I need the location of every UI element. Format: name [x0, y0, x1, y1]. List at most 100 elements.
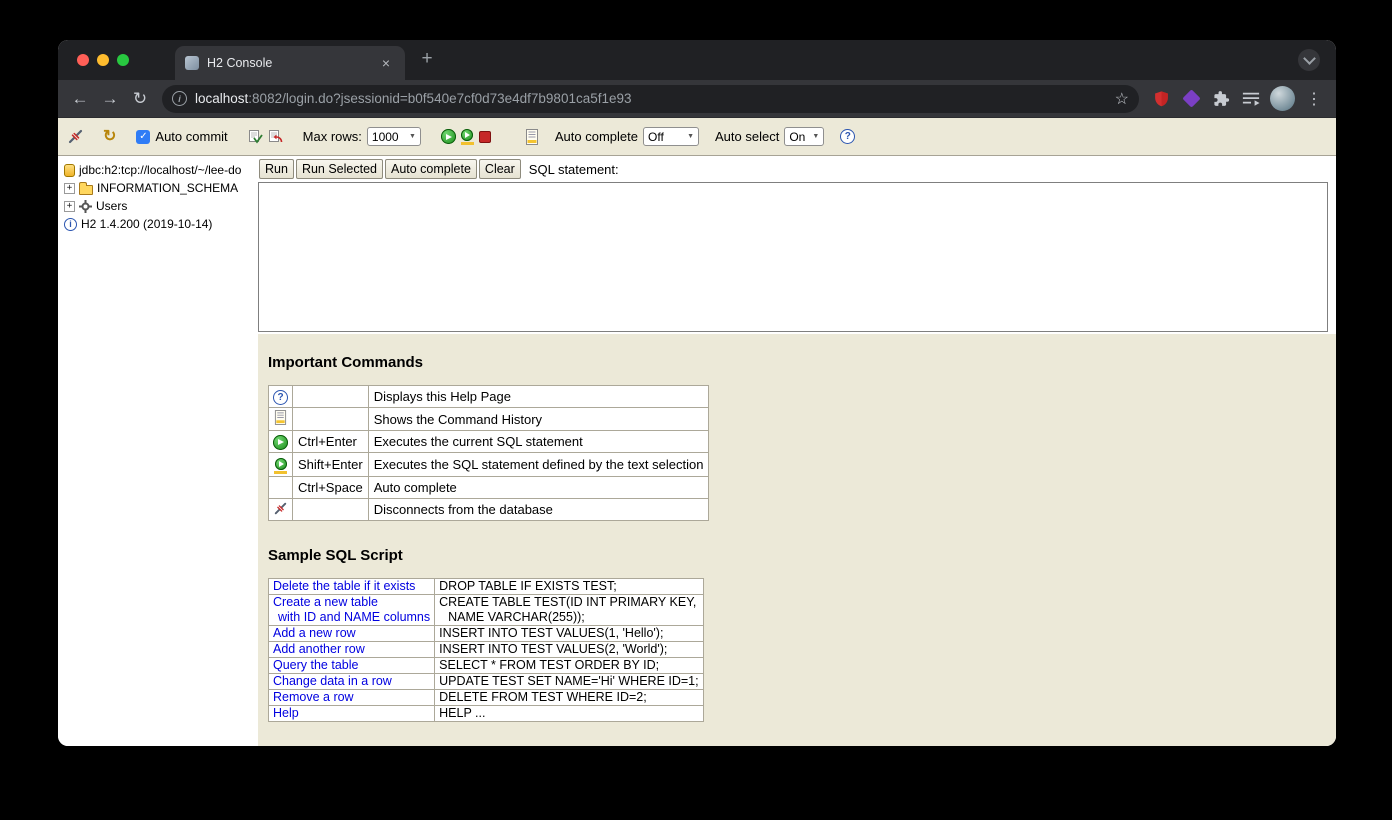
disconnect-icon	[268, 498, 293, 521]
database-tree: jdbc:h2:tcp://localhost/~/lee-do + INFOR…	[58, 156, 258, 746]
script-link[interactable]: Delete the table if it exists	[273, 579, 430, 594]
max-rows-label: Max rows:	[302, 129, 362, 144]
script-link[interactable]: Add another row	[273, 642, 430, 657]
chevron-down-icon: ▼	[408, 133, 416, 140]
tab-search-button[interactable]	[1298, 49, 1320, 71]
script-link[interactable]: Create a new table	[273, 595, 430, 610]
run-selected-icon	[268, 452, 293, 477]
h2-console-body: jdbc:h2:tcp://localhost/~/lee-do + INFOR…	[58, 156, 1336, 746]
script-sql: SELECT * FROM TEST ORDER BY ID;	[434, 657, 704, 674]
page-info-icon[interactable]: i	[172, 91, 187, 106]
run-button[interactable]	[440, 129, 456, 144]
minimize-window-button[interactable]	[97, 54, 109, 66]
command-text: Disconnects from the database	[367, 498, 710, 521]
refresh-button[interactable]: ↻	[103, 128, 116, 145]
window-controls	[58, 54, 149, 66]
auto-complete-select[interactable]: Off ▼	[643, 127, 699, 146]
history-icon	[268, 407, 293, 431]
browser-menu-icon[interactable]: ⋮	[1300, 85, 1328, 113]
script-sql: UPDATE TEST SET NAME='Hi' WHERE ID=1;	[434, 673, 704, 690]
forward-button[interactable]: →	[96, 85, 124, 113]
script-link[interactable]: Change data in a row	[273, 674, 430, 689]
ublock-extension-icon[interactable]	[1147, 85, 1175, 113]
sample-sql-script-table: Delete the table if it exists DROP TABLE…	[267, 578, 704, 722]
tree-node-users[interactable]: + Users	[64, 197, 256, 215]
max-rows-select[interactable]: 1000 ▼	[366, 127, 421, 146]
help-frame: Important Commands ? Displays this Help …	[258, 334, 1336, 746]
auto-commit-label: Auto commit	[155, 129, 228, 144]
script-sql: DELETE FROM TEST WHERE ID=2;	[434, 689, 704, 706]
script-row: Add a new row INSERT INTO TEST VALUES(1,…	[267, 625, 704, 642]
disconnect-button[interactable]	[68, 129, 83, 144]
users-icon	[79, 199, 92, 213]
auto-commit-checkbox[interactable]: ✓	[136, 129, 151, 144]
profile-avatar[interactable]	[1270, 86, 1295, 111]
new-tab-button[interactable]: +	[413, 45, 441, 73]
auto-complete-value: Off	[648, 129, 664, 144]
script-link[interactable]: with ID and NAME columns	[273, 610, 430, 625]
query-frame: Run Run Selected Auto complete Clear SQL…	[258, 156, 1336, 746]
script-link[interactable]: Query the table	[273, 658, 430, 673]
run-sql-button[interactable]: Run	[259, 159, 294, 179]
script-sql: HELP ...	[434, 705, 704, 722]
tab-strip: H2 Console × +	[58, 40, 1336, 80]
playlist-icon	[1242, 92, 1260, 106]
tab-close-icon[interactable]: ×	[377, 54, 395, 72]
script-link[interactable]: Help	[273, 706, 430, 721]
auto-select-value: On	[789, 129, 806, 144]
shield-icon	[1154, 91, 1168, 107]
command-text: Executes the SQL statement defined by th…	[367, 452, 710, 477]
reload-button[interactable]: ↻	[126, 85, 154, 113]
h2-favicon-icon	[185, 56, 199, 70]
rollback-button[interactable]	[268, 129, 283, 144]
back-button[interactable]: ←	[66, 85, 94, 113]
clear-sql-button[interactable]: Clear	[478, 159, 521, 179]
media-queue-icon[interactable]	[1237, 85, 1265, 113]
command-key	[292, 407, 369, 431]
script-row: Help HELP ...	[267, 705, 704, 722]
script-sql: DROP TABLE IF EXISTS TEST;	[434, 578, 704, 595]
command-key	[292, 385, 369, 408]
cancel-button[interactable]	[478, 130, 491, 143]
command-row: Shows the Command History	[268, 407, 710, 431]
expand-icon[interactable]: +	[64, 182, 75, 194]
sql-statement-textarea[interactable]	[258, 182, 1328, 332]
commit-icon	[248, 130, 263, 144]
command-key: Ctrl+Enter	[292, 430, 369, 453]
check-icon: ✓	[139, 131, 148, 142]
commit-button[interactable]	[248, 129, 263, 144]
auto-select-label: Auto select	[715, 129, 780, 144]
run-selected-button[interactable]	[460, 128, 474, 145]
script-link[interactable]: Remove a row	[273, 690, 430, 705]
tree-node-database[interactable]: jdbc:h2:tcp://localhost/~/lee-do	[64, 161, 256, 179]
important-commands-title: Important Commands	[268, 354, 424, 371]
auto-complete-sql-button[interactable]: Auto complete	[385, 159, 477, 179]
help-button[interactable]: ?	[840, 129, 856, 144]
tree-node-label: H2 1.4.200 (2019-10-14)	[81, 217, 213, 231]
auto-select-select[interactable]: On ▼	[784, 127, 825, 146]
purple-extension-icon[interactable]	[1177, 85, 1205, 113]
command-row: Shift+Enter Executes the SQL statement d…	[268, 452, 710, 477]
info-icon: i	[64, 217, 77, 231]
command-text: Executes the current SQL statement	[367, 430, 710, 453]
tree-node-label: jdbc:h2:tcp://localhost/~/lee-do	[79, 163, 242, 177]
query-toolbar: Run Run Selected Auto complete Clear SQL…	[258, 156, 1336, 182]
tree-node-label: INFORMATION_SCHEMA	[97, 181, 239, 195]
command-row: ? Displays this Help Page	[268, 385, 710, 408]
script-link[interactable]: Add a new row	[273, 626, 430, 641]
bookmark-star-icon[interactable]: ☆	[1115, 89, 1129, 109]
browser-window: H2 Console × + ← → ↻ i localhost:8082/lo…	[58, 40, 1336, 746]
sample-sql-script-title: Sample SQL Script	[268, 547, 403, 564]
tab-h2-console[interactable]: H2 Console ×	[175, 46, 405, 80]
zoom-window-button[interactable]	[117, 54, 129, 66]
tree-node-information-schema[interactable]: + INFORMATION_SCHEMA	[64, 179, 256, 197]
address-bar[interactable]: i localhost:8082/login.do?jsessionid=b0f…	[162, 84, 1139, 113]
command-row: Disconnects from the database	[268, 498, 710, 521]
chevron-down-icon: ▼	[687, 133, 694, 140]
extensions-puzzle-icon[interactable]	[1207, 85, 1235, 113]
close-window-button[interactable]	[77, 54, 89, 66]
command-text: Auto complete	[367, 476, 710, 499]
run-selected-sql-button[interactable]: Run Selected	[295, 159, 383, 179]
history-button[interactable]	[525, 128, 539, 145]
expand-icon[interactable]: +	[64, 200, 75, 212]
